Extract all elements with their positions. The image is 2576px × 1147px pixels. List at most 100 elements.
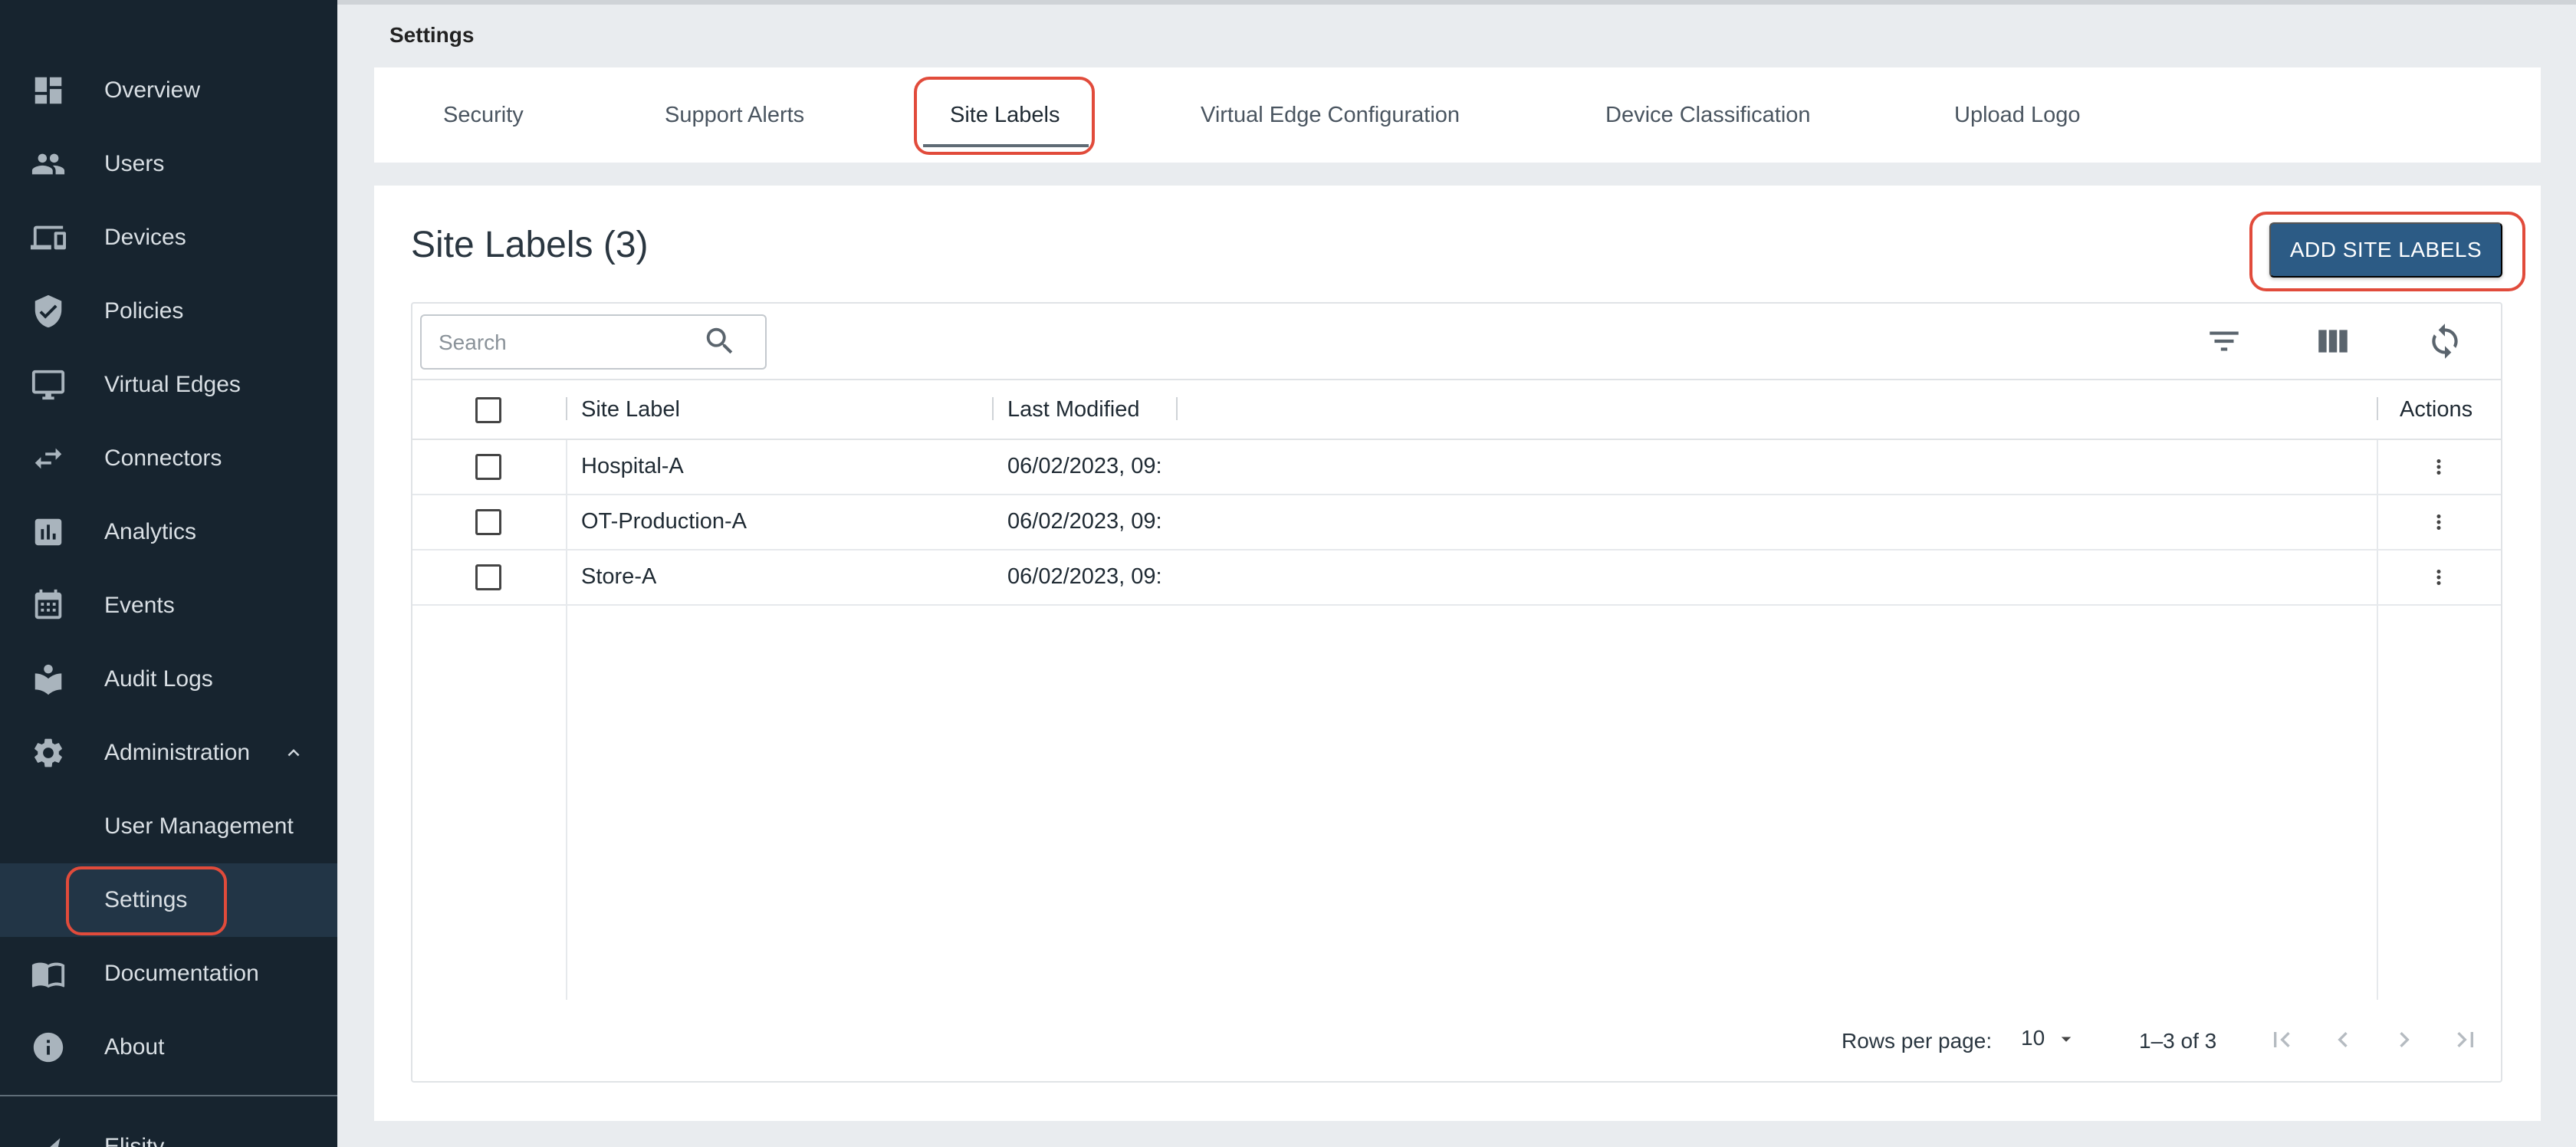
tab-label: Support Alerts [665, 102, 805, 127]
select-all-checkbox[interactable] [475, 397, 501, 423]
sidebar-item-label: Administration [104, 740, 251, 765]
cell-last-modified: 06/02/2023, 09: [1007, 564, 1162, 589]
rows-per-page-select[interactable]: 10 [2021, 1026, 2082, 1057]
sidebar-item-about[interactable]: About [0, 1011, 337, 1084]
tab-device-classification[interactable]: Device Classification [1605, 67, 1811, 163]
column-header-actions: Actions [2400, 397, 2473, 422]
tab-highlight-outline [914, 77, 1095, 155]
sidebar-item-label: Connectors [104, 445, 222, 471]
cell-last-modified: 06/02/2023, 09: [1007, 509, 1162, 534]
calendar-icon [31, 588, 66, 623]
row-actions-kebab-icon[interactable] [2427, 511, 2450, 534]
tab-label: Virtual Edge Configuration [1201, 102, 1460, 127]
sidebar-item-analytics[interactable]: Analytics [0, 495, 337, 569]
cell-last-modified: 06/02/2023, 09: [1007, 454, 1162, 478]
sidebar-item-label: Documentation [104, 961, 259, 986]
sidebar-item-connectors[interactable]: Connectors [0, 422, 337, 495]
sidebar-footer-brand[interactable]: Elisity [0, 1110, 337, 1147]
menu-book-icon [31, 956, 66, 991]
sidebar-item-documentation[interactable]: Documentation [0, 937, 337, 1011]
add-button-highlight-outline [2249, 212, 2525, 291]
tab-virtual-edge-configuration[interactable]: Virtual Edge Configuration [1201, 67, 1460, 163]
sidebar-item-devices[interactable]: Devices [0, 201, 337, 274]
row-actions-kebab-icon[interactable] [2427, 455, 2450, 478]
row-divider [412, 494, 2501, 495]
data-grid [411, 302, 2502, 1083]
sidebar-item-label: Policies [104, 298, 184, 324]
column-header-last-modified[interactable]: Last Modified [1007, 397, 1140, 422]
column-resize-handle[interactable] [566, 397, 567, 420]
sidebar-item-policies[interactable]: Policies [0, 274, 337, 348]
last-page-icon[interactable] [2450, 1024, 2481, 1055]
sidebar-item-label: Audit Logs [104, 666, 213, 692]
refresh-icon[interactable] [2426, 322, 2464, 360]
sidebar: Overview Users Devices Policies Virtual … [0, 0, 337, 1147]
users-icon [31, 146, 66, 182]
brand-label: Elisity [104, 1134, 165, 1147]
column-resize-handle[interactable] [1176, 397, 1178, 420]
sidebar-item-label: About [104, 1034, 165, 1060]
sidebar-item-label: Devices [104, 225, 186, 250]
toolbar-divider [412, 379, 2501, 380]
tab-upload-logo[interactable]: Upload Logo [1954, 67, 2080, 163]
sidebar-item-label: Virtual Edges [104, 372, 241, 397]
devices-icon [31, 220, 66, 255]
top-shadow-line [337, 0, 2576, 5]
search-input[interactable] [439, 328, 684, 357]
row-divider [412, 604, 2501, 606]
monitor-icon [31, 367, 66, 403]
sidebar-item-label: Overview [104, 77, 201, 103]
columns-icon[interactable] [2314, 322, 2352, 360]
row-checkbox[interactable] [475, 564, 501, 590]
sidebar-item-users[interactable]: Users [0, 127, 337, 201]
column-resize-handle[interactable] [2377, 397, 2378, 420]
previous-page-icon[interactable] [2328, 1024, 2358, 1055]
rows-per-page-label: Rows per page: [1842, 1029, 1993, 1053]
brand-logo-icon [31, 1129, 66, 1147]
column-resize-handle[interactable] [992, 397, 994, 420]
info-icon [31, 1030, 66, 1065]
sidebar-divider [0, 1095, 337, 1096]
filter-icon[interactable] [2205, 322, 2243, 360]
sidebar-item-label: Analytics [104, 519, 197, 544]
sidebar-item-label: Events [104, 593, 175, 618]
book-icon [31, 662, 66, 697]
tab-label: Device Classification [1605, 102, 1811, 127]
dashboard-icon [31, 73, 66, 108]
chevron-up-icon [282, 741, 305, 764]
sidebar-item-administration[interactable]: Administration [0, 716, 337, 790]
sidebar-item-label: Users [104, 151, 165, 176]
caret-down-icon [2055, 1027, 2078, 1050]
row-checkbox[interactable] [475, 509, 501, 535]
sidebar-item-audit-logs[interactable]: Audit Logs [0, 643, 337, 716]
cell-site-label: Hospital-A [581, 454, 684, 478]
row-divider [412, 549, 2501, 550]
settings-highlight-outline [66, 866, 227, 935]
bar-chart-icon [31, 514, 66, 550]
first-page-icon[interactable] [2266, 1024, 2297, 1055]
row-checkbox[interactable] [475, 454, 501, 480]
next-page-icon[interactable] [2389, 1024, 2420, 1055]
page-title: Settings [389, 23, 475, 47]
column-divider [2377, 440, 2378, 1000]
header-divider [412, 439, 2501, 440]
cell-site-label: Store-A [581, 564, 657, 589]
sidebar-item-label: User Management [104, 813, 294, 839]
swap-arrows-icon [31, 441, 66, 476]
sidebar-item-virtual-edges[interactable]: Virtual Edges [0, 348, 337, 422]
section-title: Site Labels (3) [411, 225, 649, 265]
tab-label: Security [443, 102, 524, 127]
pagination-range: 1–3 of 3 [2139, 1029, 2217, 1053]
shield-check-icon [31, 294, 66, 329]
cell-site-label: OT-Production-A [581, 509, 747, 534]
sidebar-item-user-management[interactable]: User Management [0, 790, 337, 863]
column-header-site-label[interactable]: Site Label [581, 397, 680, 422]
tab-security[interactable]: Security [443, 67, 524, 163]
sidebar-item-events[interactable]: Events [0, 569, 337, 643]
tab-bar: Security Support Alerts Site Labels Virt… [374, 67, 2541, 163]
search-icon[interactable] [702, 324, 738, 359]
sidebar-item-overview[interactable]: Overview [0, 54, 337, 127]
tab-label: Upload Logo [1954, 102, 2081, 127]
tab-support-alerts[interactable]: Support Alerts [665, 67, 804, 163]
row-actions-kebab-icon[interactable] [2427, 566, 2450, 589]
